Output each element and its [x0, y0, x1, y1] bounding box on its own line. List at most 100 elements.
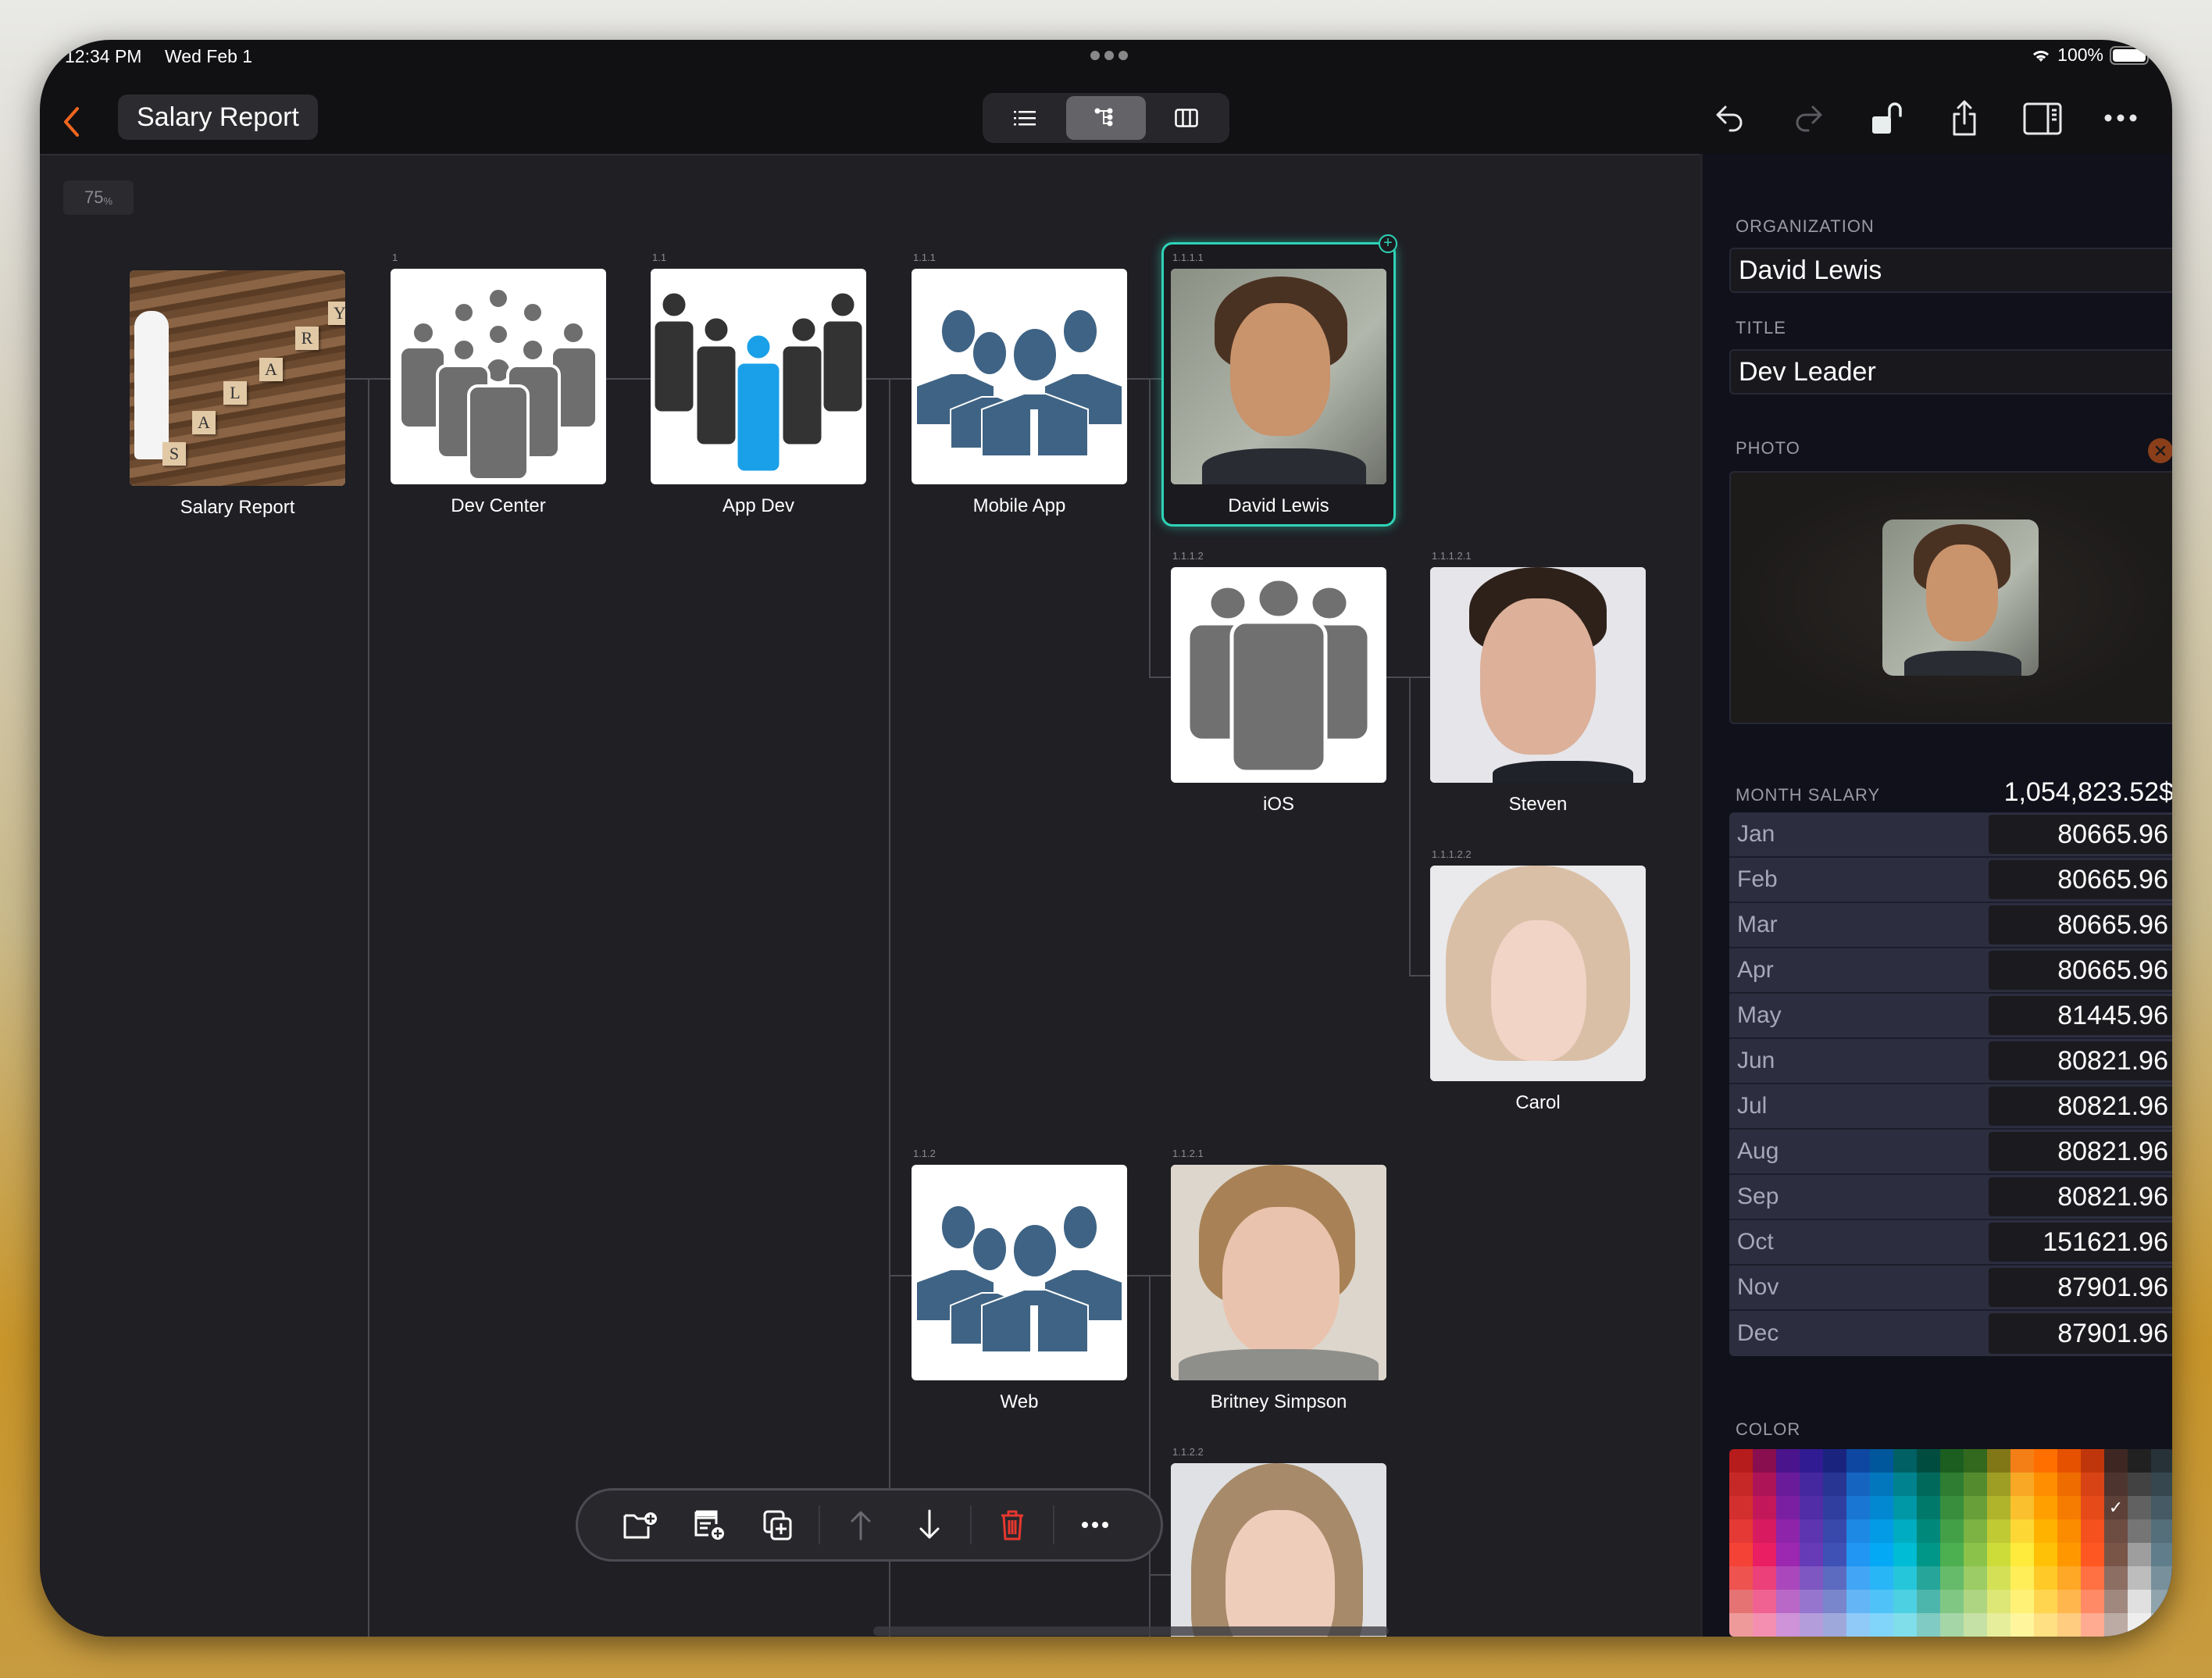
color-swatch[interactable]	[1776, 1496, 1800, 1519]
org-node[interactable]: 1.1.2.1 Britney Simpson	[1171, 1148, 1386, 1413]
color-swatch[interactable]	[2128, 1449, 2151, 1473]
color-swatch[interactable]	[1776, 1566, 1800, 1590]
color-swatch[interactable]	[1823, 1519, 1846, 1543]
salary-value-field[interactable]: 80821.96	[1989, 1132, 2172, 1171]
salary-value-field[interactable]: 80821.96	[1989, 1177, 2172, 1216]
salary-value-field[interactable]: 80821.96	[1989, 1087, 2172, 1126]
more-button[interactable]	[2100, 98, 2141, 138]
color-swatch[interactable]	[1987, 1519, 2010, 1543]
color-swatch[interactable]	[1753, 1590, 1776, 1613]
org-node[interactable]: 1.1 App Dev	[651, 252, 866, 517]
color-swatch[interactable]	[1917, 1519, 1940, 1543]
color-swatch[interactable]	[1800, 1590, 1823, 1613]
color-swatch[interactable]	[1800, 1473, 1823, 1496]
color-swatch[interactable]	[1823, 1543, 1846, 1566]
color-swatch[interactable]	[2034, 1519, 2057, 1543]
org-node[interactable]: 1.1.2 Web	[912, 1148, 1127, 1413]
color-swatch[interactable]	[1823, 1473, 1846, 1496]
color-swatch[interactable]	[2010, 1566, 2034, 1590]
color-swatch[interactable]	[2057, 1613, 2081, 1637]
org-node[interactable]: 1.1.1.2.2 Carol	[1430, 848, 1646, 1114]
color-swatch[interactable]	[2128, 1473, 2151, 1496]
color-swatch[interactable]	[2010, 1543, 2034, 1566]
back-button[interactable]	[55, 102, 87, 141]
salary-value-field[interactable]: 81445.96	[1989, 996, 2172, 1035]
color-swatch[interactable]	[1917, 1496, 1940, 1519]
salary-value-field[interactable]: 80665.96	[1989, 815, 2172, 854]
color-swatch[interactable]	[1917, 1566, 1940, 1590]
view-mode-list-button[interactable]	[986, 96, 1066, 140]
color-swatch[interactable]	[2010, 1473, 2034, 1496]
color-swatch[interactable]	[1729, 1566, 1753, 1590]
view-mode-columns-button[interactable]	[1146, 96, 1226, 140]
color-swatch[interactable]	[2034, 1496, 2057, 1519]
view-mode-tree-button[interactable]	[1065, 96, 1147, 140]
color-swatch[interactable]	[1776, 1519, 1800, 1543]
remove-photo-button[interactable]	[2148, 438, 2172, 463]
color-swatch[interactable]	[1776, 1590, 1800, 1613]
color-swatch[interactable]	[1729, 1449, 1753, 1473]
salary-value-field[interactable]: 87901.96	[1989, 1313, 2172, 1354]
color-swatch[interactable]	[1917, 1590, 1940, 1613]
color-swatch[interactable]	[1776, 1473, 1800, 1496]
document-title[interactable]: Salary Report	[118, 95, 318, 140]
color-swatch[interactable]	[1964, 1449, 1987, 1473]
color-swatch[interactable]	[1987, 1566, 2010, 1590]
color-swatch[interactable]	[1846, 1496, 1870, 1519]
color-swatch[interactable]	[1987, 1473, 2010, 1496]
color-swatch[interactable]	[1940, 1519, 1964, 1543]
color-swatch[interactable]	[2128, 1590, 2151, 1613]
color-swatch[interactable]	[1987, 1613, 2010, 1637]
color-swatch[interactable]	[1823, 1613, 1846, 1637]
color-swatch[interactable]	[1893, 1496, 1917, 1519]
color-swatch[interactable]	[2128, 1543, 2151, 1566]
color-swatch[interactable]	[1870, 1473, 1893, 1496]
color-swatch[interactable]	[2151, 1566, 2172, 1590]
redo-button[interactable]	[1788, 98, 1828, 138]
org-node[interactable]: 1.1.1.2.1 Steven	[1430, 550, 1646, 816]
color-swatch[interactable]	[1753, 1519, 1776, 1543]
color-swatch[interactable]	[1846, 1566, 1870, 1590]
color-swatch[interactable]	[2057, 1566, 2081, 1590]
color-swatch[interactable]	[2104, 1566, 2128, 1590]
color-swatch[interactable]	[1870, 1449, 1893, 1473]
color-swatch[interactable]	[2010, 1519, 2034, 1543]
color-swatch[interactable]	[1893, 1566, 1917, 1590]
color-swatch[interactable]	[1800, 1543, 1823, 1566]
color-swatch[interactable]	[1964, 1519, 1987, 1543]
color-swatch[interactable]	[2151, 1449, 2172, 1473]
color-swatch[interactable]: ✓	[2104, 1496, 2128, 1519]
color-swatch[interactable]	[1753, 1613, 1776, 1637]
color-swatch[interactable]	[1800, 1566, 1823, 1590]
color-swatch[interactable]	[1729, 1519, 1753, 1543]
color-swatch[interactable]	[1729, 1473, 1753, 1496]
color-swatch[interactable]	[2081, 1519, 2104, 1543]
color-swatch[interactable]	[1964, 1473, 1987, 1496]
share-button[interactable]	[1944, 98, 1985, 138]
color-swatch[interactable]	[1987, 1590, 2010, 1613]
color-swatch[interactable]	[1917, 1613, 1940, 1637]
org-chart-canvas[interactable]: 75% S A L A R Y Salary Report 1 Dev Cent…	[40, 155, 1700, 1637]
more-actions-button[interactable]	[1061, 1498, 1129, 1552]
color-swatch[interactable]	[1987, 1543, 2010, 1566]
color-swatch[interactable]	[1823, 1496, 1846, 1519]
color-swatch[interactable]	[1753, 1449, 1776, 1473]
color-swatch[interactable]	[2057, 1496, 2081, 1519]
color-swatch[interactable]	[2081, 1449, 2104, 1473]
color-swatch[interactable]	[2128, 1613, 2151, 1637]
color-swatch[interactable]	[2081, 1590, 2104, 1613]
color-swatch[interactable]	[2057, 1473, 2081, 1496]
multitasking-dots[interactable]	[1090, 51, 1128, 60]
color-swatch[interactable]	[1893, 1473, 1917, 1496]
color-swatch[interactable]	[2034, 1543, 2057, 1566]
color-swatch[interactable]	[1753, 1543, 1776, 1566]
salary-value-field[interactable]: 80665.96	[1989, 951, 2172, 990]
color-swatch[interactable]	[1870, 1590, 1893, 1613]
color-swatch[interactable]	[1964, 1543, 1987, 1566]
color-swatch[interactable]	[2081, 1473, 2104, 1496]
color-swatch[interactable]	[1846, 1519, 1870, 1543]
color-swatch[interactable]	[1800, 1496, 1823, 1519]
color-swatch[interactable]	[1940, 1590, 1964, 1613]
move-up-button[interactable]	[826, 1498, 895, 1552]
color-swatch[interactable]	[1940, 1566, 1964, 1590]
